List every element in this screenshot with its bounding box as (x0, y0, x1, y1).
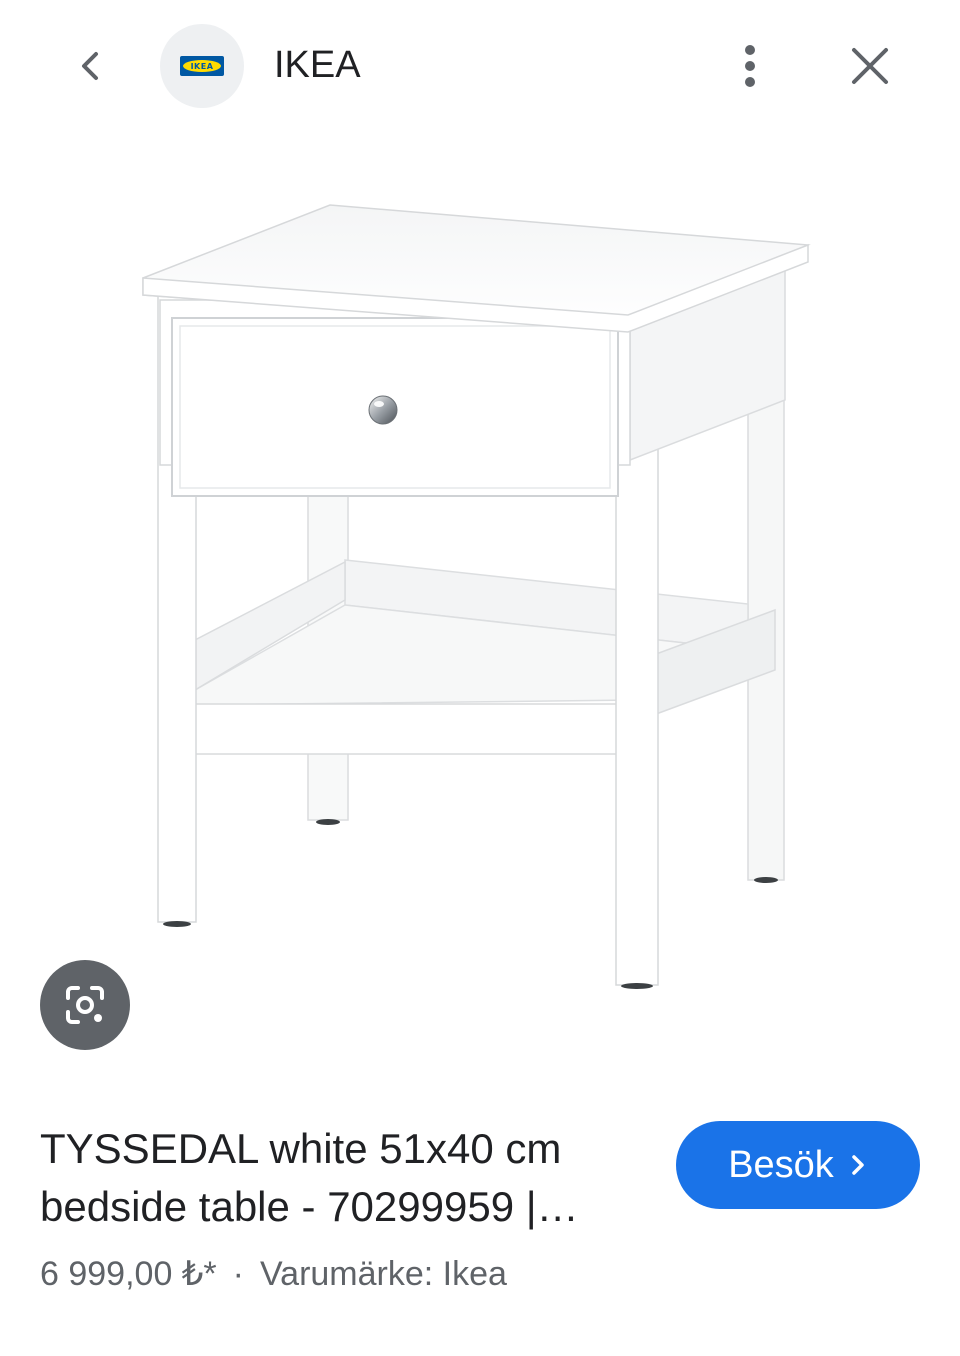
close-icon (852, 48, 888, 84)
back-button[interactable] (60, 36, 120, 96)
google-lens-icon (66, 986, 104, 1024)
visit-button-label: Besök (728, 1143, 834, 1186)
product-title[interactable]: TYSSEDAL white 51x40 cm bedside table - … (40, 1120, 650, 1236)
top-bar: IKEA IKEA (0, 0, 960, 130)
lens-search-button[interactable] (40, 960, 130, 1050)
product-image[interactable] (0, 150, 960, 1050)
close-button[interactable] (840, 36, 900, 96)
chevron-left-icon (82, 52, 98, 80)
product-title-line-2: bedside table - 70299959 |… (40, 1183, 579, 1230)
price: 6 999,00 ₺* (40, 1255, 217, 1293)
more-options-button[interactable] (720, 36, 780, 96)
more-results-peek (40, 1350, 920, 1356)
brand: Varumärke: Ikea (260, 1255, 507, 1293)
chevron-right-icon (848, 1152, 868, 1178)
more-vert-icon (745, 45, 755, 87)
visit-button[interactable]: Besök (676, 1121, 920, 1209)
site-name[interactable]: IKEA (274, 42, 361, 88)
product-meta: 6 999,00 ₺* · Varumärke: Ikea (40, 1252, 507, 1296)
ikea-logo: IKEA (180, 56, 224, 76)
product-title-line-1: TYSSEDAL white 51x40 cm (40, 1125, 562, 1172)
bedside-table-image (142, 204, 811, 989)
site-logo[interactable]: IKEA (160, 24, 244, 108)
meta-separator: · (232, 1255, 244, 1293)
